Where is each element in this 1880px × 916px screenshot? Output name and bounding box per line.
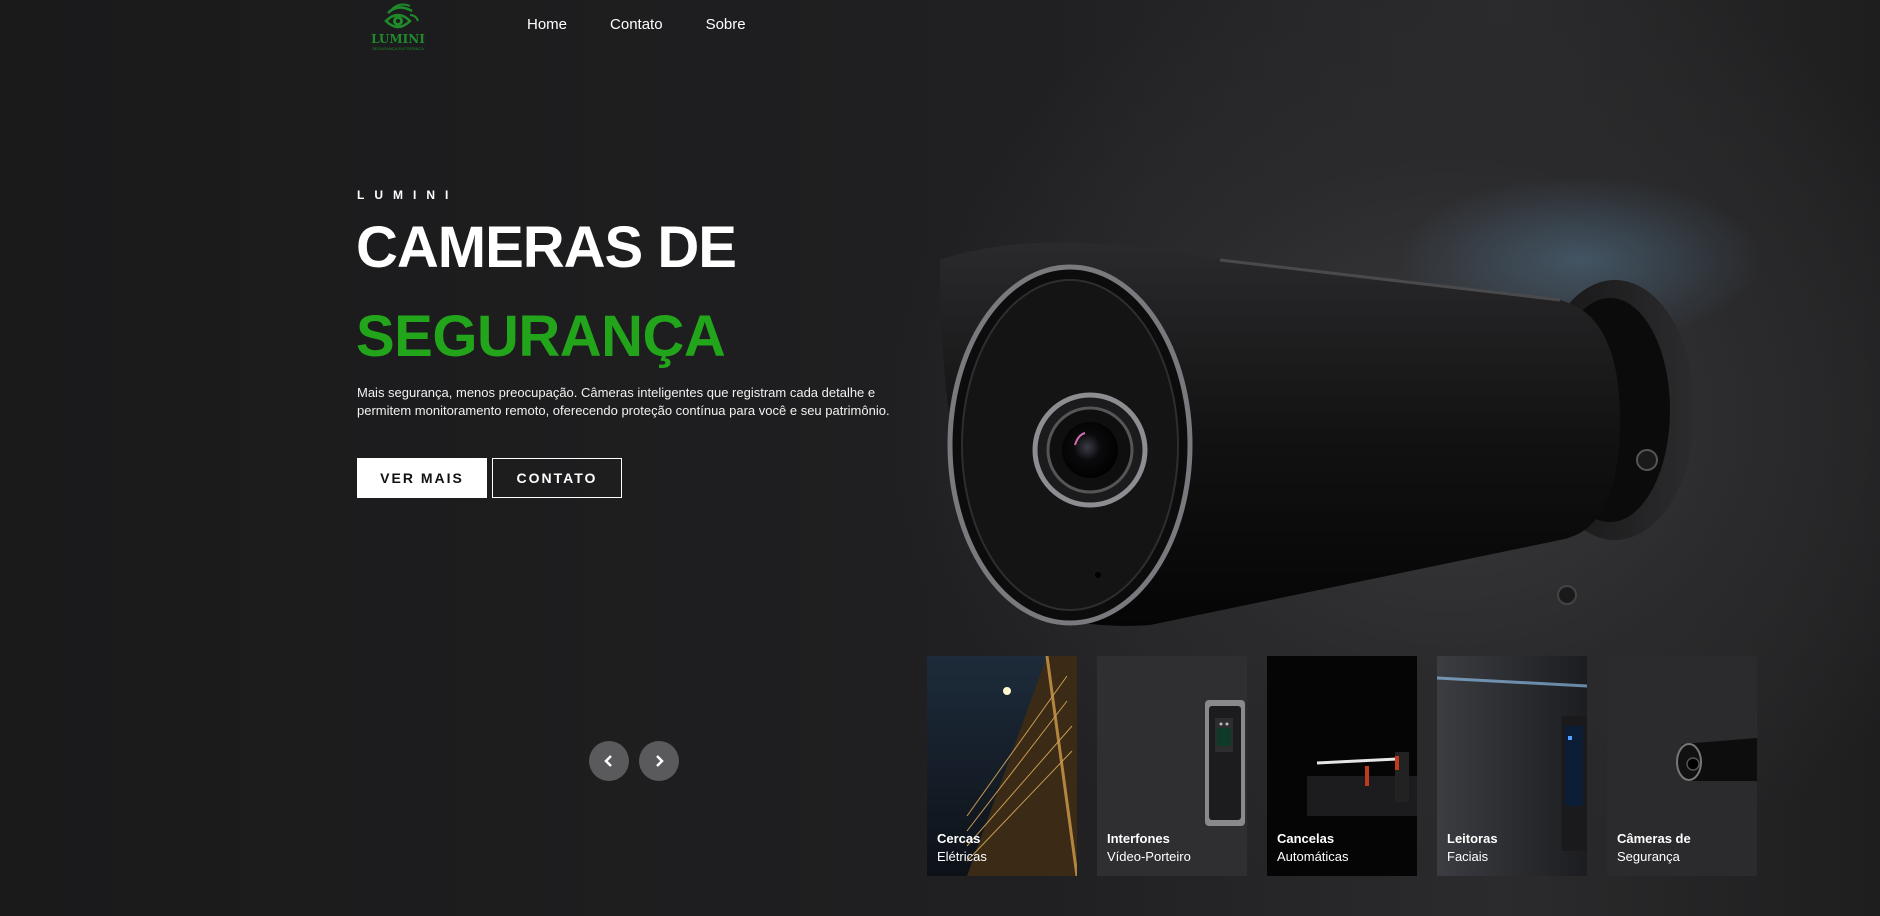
logo-subtext: SEGURANÇA ELETRÔNICA <box>372 46 424 51</box>
card-title: Câmeras de <box>1617 831 1691 846</box>
hero-title-line1: CAMERAS DE <box>356 215 737 280</box>
page: LUMINI SEGURANÇA ELETRÔNICA Home Contato… <box>0 0 1880 916</box>
card-leitoras[interactable]: Leitoras Faciais <box>1437 656 1587 876</box>
logo-text: LUMINI <box>371 32 425 46</box>
carousel-next-button[interactable] <box>639 741 679 781</box>
hero-description: Mais segurança, menos preocupação. Câmer… <box>357 385 890 418</box>
card-title: Leitoras <box>1447 831 1498 846</box>
eye-logo-icon <box>384 3 419 29</box>
card-title: Cancelas <box>1277 831 1335 846</box>
card-title: Cercas <box>937 831 981 846</box>
card-subtitle: Segurança <box>1617 849 1680 864</box>
chevron-right-icon <box>656 755 664 767</box>
card-cercas-eletricas[interactable]: Cercas Elétricas <box>927 656 1077 876</box>
nav-contato[interactable]: Contato <box>610 16 663 33</box>
hero-eyebrow: LUMINI <box>357 188 459 202</box>
security-camera-image <box>940 242 1695 626</box>
contato-button[interactable]: CONTATO <box>492 458 622 498</box>
chevron-left-icon <box>604 755 612 767</box>
nav-home[interactable]: Home <box>527 16 567 33</box>
card-subtitle: Faciais <box>1447 849 1489 864</box>
card-interfones[interactable]: Interfones Vídeo-Porteiro <box>1097 656 1247 876</box>
card-cameras[interactable]: Câmeras de Segurança <box>1607 656 1757 876</box>
header: LUMINI SEGURANÇA ELETRÔNICA Home Contato… <box>0 0 1880 55</box>
card-title: Interfones <box>1107 831 1170 846</box>
card-subtitle: Vídeo-Porteiro <box>1107 849 1191 864</box>
carousel-prev-button[interactable] <box>589 741 629 781</box>
main-nav: Home Contato Sobre <box>527 16 789 33</box>
card-subtitle: Automáticas <box>1277 849 1349 864</box>
hero-title-line2: SEGURANÇA <box>356 304 726 369</box>
ver-mais-button[interactable]: VER MAIS <box>357 458 487 498</box>
logo[interactable]: LUMINI SEGURANÇA ELETRÔNICA <box>370 1 426 53</box>
nav-sobre[interactable]: Sobre <box>706 16 746 33</box>
card-cancelas[interactable]: Cancelas Automáticas <box>1267 656 1417 876</box>
card-subtitle: Elétricas <box>937 849 987 864</box>
